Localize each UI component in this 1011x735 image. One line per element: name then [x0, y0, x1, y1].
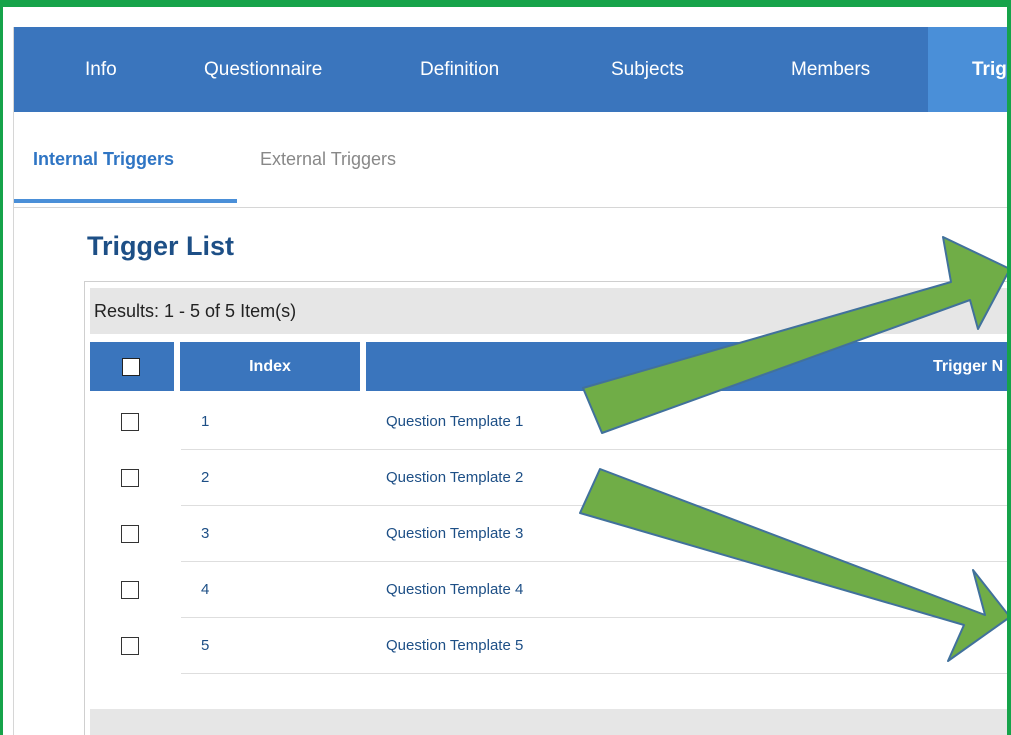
tab-subjects[interactable]: Subjects — [611, 27, 684, 112]
table-footer — [90, 709, 1007, 735]
row-index: 4 — [201, 581, 210, 598]
tab-triggers[interactable]: Trig — [928, 27, 1007, 112]
row-checkbox[interactable] — [121, 637, 139, 655]
table-row[interactable]: 3 Question Template 3 — [91, 506, 1007, 562]
select-all-checkbox[interactable] — [122, 358, 140, 376]
table-row[interactable]: 1 Question Template 1 — [91, 394, 1007, 450]
row-trigger-name[interactable]: Question Template 5 — [386, 618, 523, 674]
row-index: 2 — [201, 469, 210, 486]
tab-definition[interactable]: Definition — [420, 27, 499, 112]
results-count: Results: 1 - 5 of 5 Item(s) — [90, 288, 1007, 334]
row-trigger-name[interactable]: Question Template 2 — [386, 450, 523, 506]
row-trigger-name[interactable]: Question Template 3 — [386, 506, 523, 562]
subtab-internal-triggers[interactable]: Internal Triggers — [33, 112, 174, 207]
row-checkbox[interactable] — [121, 581, 139, 599]
page-title: Trigger List — [87, 231, 235, 261]
trigger-table: Results: 1 - 5 of 5 Item(s) Index Trigge… — [84, 281, 1007, 735]
row-checkbox[interactable] — [121, 525, 139, 543]
column-header-trigger-name-label: Trigger N — [933, 358, 1004, 375]
column-header-index[interactable]: Index — [180, 342, 360, 391]
row-trigger-name[interactable]: Question Template 1 — [386, 394, 523, 450]
row-index: 5 — [201, 637, 210, 654]
header-select-all-cell — [90, 342, 174, 391]
table-row[interactable]: 5 Question Template 5 — [91, 618, 1007, 674]
sub-nav: Internal Triggers External Triggers — [14, 112, 1007, 208]
main-nav: Info Questionnaire Definition Subjects M… — [14, 27, 1007, 112]
column-header-trigger-name[interactable]: Trigger N — [366, 342, 1007, 391]
row-index: 1 — [201, 413, 210, 430]
row-checkbox[interactable] — [121, 413, 139, 431]
screenshot-frame: Info Questionnaire Definition Subjects M… — [0, 0, 1011, 735]
table-row[interactable]: 4 Question Template 4 — [91, 562, 1007, 618]
subtab-external-triggers[interactable]: External Triggers — [260, 112, 396, 207]
table-row[interactable]: 2 Question Template 2 — [91, 450, 1007, 506]
row-checkbox[interactable] — [121, 469, 139, 487]
tab-members[interactable]: Members — [791, 27, 870, 112]
tab-questionnaire[interactable]: Questionnaire — [204, 27, 322, 112]
tab-info[interactable]: Info — [85, 27, 117, 112]
active-subtab-indicator — [14, 199, 237, 203]
row-divider — [181, 673, 1007, 674]
row-index: 3 — [201, 525, 210, 542]
app-window: Info Questionnaire Definition Subjects M… — [13, 27, 1007, 735]
row-trigger-name[interactable]: Question Template 4 — [386, 562, 523, 618]
